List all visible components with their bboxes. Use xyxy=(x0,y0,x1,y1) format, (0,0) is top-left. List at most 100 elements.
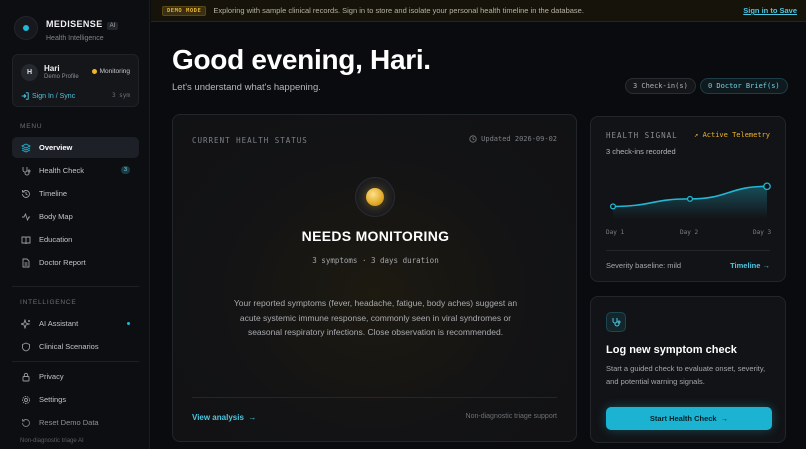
timeline-link[interactable]: Timeline → xyxy=(730,261,770,270)
signal-label: HEALTH SIGNAL xyxy=(606,131,678,140)
gear-icon xyxy=(22,395,30,404)
sidebar-footnote: Non-diagnostic triage AI xyxy=(20,438,84,444)
reset-icon xyxy=(22,418,30,427)
sidebar-item-doctor-report[interactable]: Doctor Report xyxy=(12,252,139,273)
view-analysis-link[interactable]: View analysis → xyxy=(192,413,256,422)
avatar: H xyxy=(21,64,38,81)
sidebar-divider xyxy=(12,286,139,287)
layers-icon xyxy=(21,142,31,153)
brand-subtitle: Health Intelligence xyxy=(46,35,104,42)
health-check-count-badge: 3 xyxy=(120,166,130,174)
demo-banner: DEMO MODE Exploring with sample clinical… xyxy=(151,0,806,22)
brand-logo-icon xyxy=(14,16,38,40)
sidebar-item-health-check[interactable]: Health Check 3 xyxy=(12,160,139,181)
status-meta: 3 symptoms · 3 days duration xyxy=(312,256,439,265)
status-orb xyxy=(355,177,395,217)
page-subtitle: Let's understand what's happening. xyxy=(172,82,321,93)
chart-data-point[interactable] xyxy=(609,203,617,210)
page-title: Good evening, Hari. xyxy=(172,44,431,75)
brand-badge: AI xyxy=(106,22,119,30)
status-dot-icon xyxy=(91,69,97,74)
checkins-chip[interactable]: 3 Check-in(s) xyxy=(625,78,696,94)
profile-role: Demo Profile xyxy=(44,74,79,80)
sidebar-item-label: Privacy xyxy=(39,372,64,381)
sidebar-item-overview[interactable]: Overview xyxy=(12,137,139,158)
lock-icon xyxy=(22,372,30,381)
sidebar-divider xyxy=(12,361,139,362)
status-label: Monitoring xyxy=(99,68,130,75)
sidebar-item-ai-assistant[interactable]: AI Assistant xyxy=(12,313,139,334)
log-card-title: Log new symptom check xyxy=(606,344,737,356)
sidebar-item-label: Health Check xyxy=(39,166,85,175)
updated-label: Updated 2026-09-02 xyxy=(481,135,557,143)
chart-data-point[interactable] xyxy=(763,182,771,191)
sidebar-item-clinical-scenarios[interactable]: Clinical Scenarios xyxy=(12,336,139,357)
active-telemetry-badge: ↗ Active Telemetry xyxy=(694,131,770,139)
x-tick-label: Day 2 xyxy=(680,229,699,236)
banner-text: Exploring with sample clinical records. … xyxy=(213,6,584,15)
sidebar-item-label: Overview xyxy=(39,143,73,152)
start-health-check-button[interactable]: Start Health Check → xyxy=(606,407,772,430)
symptom-count: 3 sym xyxy=(111,92,130,99)
profile-card: H Hari Demo Profile Monitoring Sign In /… xyxy=(12,54,139,107)
button-label: Start Health Check xyxy=(649,414,717,423)
sidebar-item-label: AI Assistant xyxy=(39,319,79,328)
sidebar-item-privacy[interactable]: Privacy xyxy=(12,366,139,387)
arrow-right-icon: → xyxy=(720,414,729,423)
triage-note: Non-diagnostic triage support xyxy=(465,413,557,420)
stethoscope-icon xyxy=(22,166,31,175)
brand[interactable]: MEDISENSE AI Health Intelligence xyxy=(14,14,119,42)
doctor-briefs-chip[interactable]: 0 Doctor Brief(s) xyxy=(700,78,788,94)
demo-mode-tag: DEMO MODE xyxy=(162,5,207,16)
sidebar-item-settings[interactable]: Settings xyxy=(12,389,139,410)
signal-divider xyxy=(606,250,770,251)
body-icon xyxy=(22,212,30,221)
sidebar-item-timeline[interactable]: Timeline xyxy=(12,183,139,204)
shield-icon xyxy=(22,342,30,351)
sign-in-to-save-link[interactable]: Sign in to Save xyxy=(743,6,797,15)
status-title: NEEDS MONITORING xyxy=(301,228,450,244)
view-analysis-label: View analysis xyxy=(192,413,244,422)
chart-area-fill xyxy=(613,186,767,219)
chart-data-point[interactable] xyxy=(686,195,694,202)
new-indicator-dot xyxy=(127,322,130,325)
sidebar-item-label: Education xyxy=(39,235,73,244)
sparkle-icon xyxy=(21,318,31,329)
stethoscope-icon xyxy=(606,312,626,332)
menu-section-title: MENU xyxy=(20,123,43,130)
status-badge: Monitoring xyxy=(91,68,130,75)
log-card-description: Start a guided check to evaluate onset, … xyxy=(606,364,766,386)
severity-baseline: Severity baseline: mild xyxy=(606,261,682,270)
updated-timestamp: Updated 2026-09-02 xyxy=(469,135,557,143)
status-description: Your reported symptoms (fever, headache,… xyxy=(233,298,518,337)
x-tick-label: Day 1 xyxy=(606,229,625,236)
checkins-recorded: 3 check-ins recorded xyxy=(606,147,676,156)
sidebar-item-label: Doctor Report xyxy=(39,258,86,267)
trend-icon: ↗ xyxy=(694,131,699,139)
arrow-right-icon: → xyxy=(246,413,257,422)
card-label: CURRENT HEALTH STATUS xyxy=(192,136,308,145)
health-signal-card: HEALTH SIGNAL ↗ Active Telemetry 3 check… xyxy=(590,116,786,282)
brand-name: MEDISENSE xyxy=(46,19,103,29)
signin-sync-button[interactable]: Sign In / Sync xyxy=(21,92,75,100)
intelligence-section-title: INTELLIGENCE xyxy=(20,299,77,306)
sidebar-item-body-map[interactable]: Body Map xyxy=(12,206,139,227)
health-status-card: CURRENT HEALTH STATUS Updated 2026-09-02… xyxy=(172,114,577,442)
signin-icon xyxy=(21,92,29,100)
sidebar-item-label: Settings xyxy=(39,395,67,404)
card-divider xyxy=(192,397,557,398)
sidebar: MEDISENSE AI Health Intelligence H Hari D… xyxy=(0,0,150,449)
sidebar-item-label: Clinical Scenarios xyxy=(39,342,99,351)
sidebar-item-education[interactable]: Education xyxy=(12,229,139,250)
timeline-label: Timeline xyxy=(730,261,761,270)
signin-label: Sign In / Sync xyxy=(32,92,76,100)
arrow-right-icon: → xyxy=(762,261,771,270)
sidebar-item-label: Body Map xyxy=(39,212,73,221)
log-symptom-card: Log new symptom check Start a guided che… xyxy=(590,296,786,443)
sidebar-item-reset-demo[interactable]: Reset Demo Data xyxy=(12,412,139,433)
sidebar-item-label: Reset Demo Data xyxy=(39,418,99,427)
sidebar-item-label: Timeline xyxy=(39,189,68,198)
x-tick-label: Day 3 xyxy=(753,229,772,236)
book-icon xyxy=(21,236,31,244)
document-icon xyxy=(22,258,30,267)
